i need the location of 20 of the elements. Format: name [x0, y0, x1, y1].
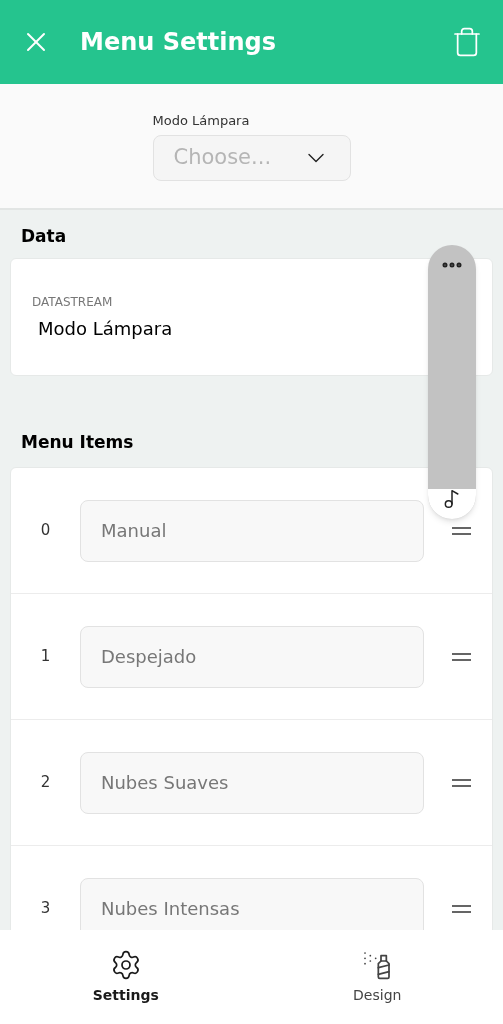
item-input[interactable]: Manual [80, 499, 424, 562]
item-index: 0 [39, 520, 52, 542]
datastream-value[interactable]: Modo Lámpara [38, 314, 173, 342]
drag-handle-icon[interactable] [452, 778, 471, 787]
item-index: 1 [39, 646, 52, 668]
nav-tab[interactable]: Settings [0, 930, 252, 1024]
item-input[interactable]: Nubes Suaves [80, 751, 424, 814]
drag-handle-icon[interactable] [452, 652, 471, 661]
item-index: 2 [39, 772, 52, 794]
preview-label: Modo Lámpara [152, 112, 251, 131]
field-label: DATASTREAM [32, 293, 114, 311]
header-title: Menu Settings [80, 27, 276, 58]
item-input[interactable]: Despejado [80, 625, 424, 688]
nav-tab[interactable]: Design [251, 930, 503, 1024]
section-heading: Data [21, 225, 68, 248]
drag-handle-icon[interactable] [452, 904, 471, 913]
item-input[interactable]: Nubes Intensas [80, 877, 424, 930]
item-index: 3 [39, 898, 52, 920]
section-heading: Menu Items [21, 430, 135, 454]
drag-handle-icon[interactable] [452, 526, 471, 535]
